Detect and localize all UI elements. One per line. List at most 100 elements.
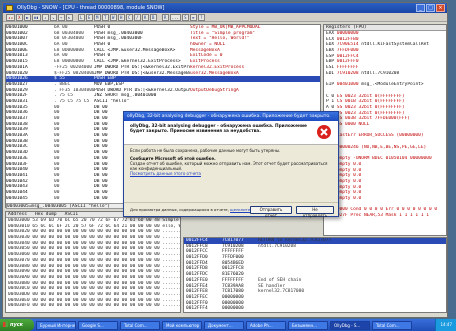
register-value: 027F Prec NEAR,53 Mask 1 1 1 1 1 1 [336,213,429,218]
register-note: ntdll.KiFastSystemCallRet [361,42,429,48]
register-value: 0012FFC4 [336,53,359,59]
taskbar-task-button[interactable]: Google S... [78,320,118,330]
dialog-footer: Для просмотра данных, содержащихся в отч… [124,202,338,218]
register-name: EBP [326,59,335,65]
register-value: empty 0.0 [336,190,362,196]
dialog-body: Если работа не была сохранена, рабочие д… [124,145,338,179]
toolbar-button[interactable]: L [77,13,85,21]
dump-column-header[interactable]: Address [8,212,27,217]
dialog-body-text: Создан отчет об ошибке, который можно от… [130,161,328,171]
dialog-title: ollyDbg, 32-bit analysing debugger - обн… [124,112,338,121]
toolbar-button[interactable]: ↘ [49,13,57,21]
register-value: CS 001B 32bit 0(FFFFFFFF) [336,99,405,105]
error-report-dialog: ollyDbg, 32-bit analysing debugger - обн… [123,111,339,218]
toolbar-button[interactable]: C [125,13,133,21]
register-value: ES 0023 32bit 0(FFFFFFFF) [336,93,405,99]
system-tray-clock: 14:47 [435,319,456,331]
view-report-link[interactable]: Посмотреть данные этого отчета [130,171,332,176]
register-value: 0000 Cond 0 0 0 0 Err 0 0 0 0 0 0 0 0 [336,207,438,213]
taskbar-task-button[interactable]: Adobe Ph... [246,320,286,330]
register-name: ESP [326,53,335,59]
toolbar-button[interactable]: ▶ [23,13,31,21]
send-report-button[interactable]: Отправить отчет [250,206,292,218]
toolbar-button[interactable]: ▮▮ [31,13,41,21]
toolbar-separator [158,14,161,21]
taskbar-task-button[interactable]: Мой компьютер [162,320,202,330]
task-list: Бурный Интернет Google S... Total Com... Мо… [34,320,412,330]
start-button[interactable]: пуск [0,319,34,331]
dump-row[interactable]: 00403030 00 00 00 00 00 00 00 00 00 00 0… [6,235,180,241]
register-row[interactable]: FCW 027F Prec NEAR,53 Mask 1 1 1 1 1 1 [324,213,446,219]
register-value: 00401000 [336,82,359,88]
dialog-heading: ollyDbg, 32-bit analysing debugger - обн… [130,124,307,134]
register-value: 7C90E514 [336,42,359,48]
register-note: msg_.<ModuleEntryPoint> [361,82,424,88]
toolbar-button[interactable]: R [161,13,169,21]
toolbar-button[interactable]: K [141,13,149,21]
start-label: пуск [10,322,24,328]
taskbar-task-button[interactable]: Бурный Интернет [36,320,76,330]
stack-address: 0012FFF4 [186,306,208,312]
registers-pane[interactable]: Registers (FPU) EAX 00000000 ECX 0012FFB0… [323,24,447,236]
taskbar-task-button[interactable]: Документ... [204,320,244,330]
register-name: EIP [326,82,335,88]
toolbar-button[interactable]: M [93,13,101,21]
memory-dump-pane[interactable]: Address Hex dump ASCII 00403000 53 69 6D 7… [5,211,181,313]
register-value: DS 0023 32bit 0(FFFFFFFF) [336,110,405,116]
taskbar-task-button[interactable]: Total Com... [120,320,160,330]
windows-logo-icon [3,322,8,327]
title-bar: OllyDbg - SNOW - [CPU - thread 00000898,… [3,3,447,13]
register-name: A 0 [326,104,335,110]
dump-row[interactable]: 004030A0 00 00 00 00 00 00 00 00 00 00 0… [6,275,180,281]
toolbar-button[interactable]: W [109,13,117,21]
register-name: EDX [326,42,335,48]
toolbar-button[interactable]: / [133,13,141,21]
maximize-button[interactable]: □ [426,4,435,12]
window-controls: _ □ × [416,4,445,12]
register-value: empty 0.0 [336,178,362,184]
toolbar-button[interactable]: ↻ [65,13,73,21]
toolbar-button[interactable]: T [101,13,109,21]
dump-row[interactable]: 00403070 00 00 00 00 00 00 00 00 00 00 0… [6,258,180,264]
toolbar: ◂◂ X ▶ ▮▮ ↓ ↘ → ↻ L E M T W H C / K B R... S ≡? [3,13,447,22]
toolbar-button[interactable]: → [57,13,65,21]
toolbar-button[interactable]: ... [169,13,181,21]
stack-row[interactable]: 0012FFF4 00000000 [184,306,446,312]
toolbar-button[interactable]: B [149,13,157,21]
dump-row[interactable]: 004030F0 00 00 00 00 00 00 00 00 00 00 0… [6,303,180,309]
dump-row[interactable]: 004030D0 00 00 00 00 00 00 00 00 00 00 0… [6,292,180,298]
taskbar-task-button[interactable]: Total Com... [372,320,412,330]
minimize-button[interactable]: _ [416,4,425,12]
stack-pane[interactable]: 0012FFC4 7C817077 RETURN to kernel32.7C817… [183,237,447,313]
dump-column-header[interactable]: ASCII [65,212,79,217]
dialog-warning-text: Если работа не была сохранена, рабочие д… [130,148,281,153]
taskbar-task-button[interactable]: Безымянн... [288,320,328,330]
disasm-address: 00401045 [6,195,28,201]
register-note: ntdll.7C910208 [361,70,400,76]
register-name: EAX [326,31,335,36]
toolbar-separator [74,14,77,21]
toolbar-button[interactable]: E [85,13,93,21]
close-button[interactable]: × [436,4,445,12]
toolbar-button[interactable]: ≡ [189,13,197,21]
dump-row[interactable]: 00403060 00 00 00 00 00 00 00 00 00 00 0… [6,252,180,258]
dont-send-button[interactable]: Не отправлять [296,206,334,218]
toolbar-button[interactable]: ? [197,13,205,21]
stack-value: 00000000 [222,306,244,312]
taskbar-task-button[interactable]: OllyDbg - S... [330,320,370,330]
register-value: empty -UNORM BDEC 01050104 00000000 [336,156,432,162]
toolbar-button[interactable]: H [117,13,125,21]
toolbar-button[interactable]: S [181,13,189,21]
error-icon [317,125,331,139]
toolbar-button[interactable]: X [15,13,23,21]
toolbar-button[interactable]: ◂◂ [6,13,15,21]
dump-column-header[interactable]: Hex dump [35,212,57,217]
disasm-hex: 00 [54,195,60,201]
register-value: empty 0.0 [336,195,362,201]
register-name: ESI [326,65,335,71]
toolbar-button[interactable]: ↓ [41,13,49,21]
register-value: empty 0.0 [336,161,362,167]
dump-row[interactable]: 00403000 53 69 6D 70 6C 65 20 70 72 6F 6… [6,218,180,224]
register-name: C 0 [326,93,335,99]
stack-comment [258,306,446,312]
